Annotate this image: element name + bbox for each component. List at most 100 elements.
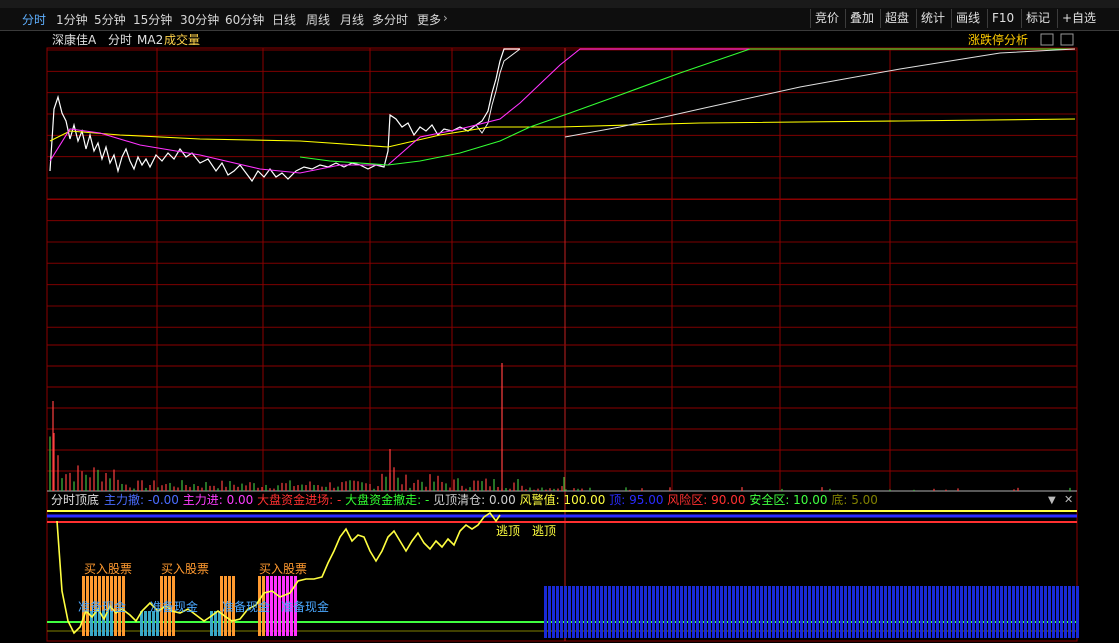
risk-column xyxy=(992,586,995,638)
dropdown-icon[interactable]: ▼ xyxy=(1048,495,1056,506)
tab-15min[interactable]: 15分钟 xyxy=(133,11,172,28)
risk-column xyxy=(1016,586,1019,638)
risk-column xyxy=(800,586,803,638)
cash-column xyxy=(144,611,147,636)
tab-60min[interactable]: 60分钟 xyxy=(225,11,264,28)
risk-column xyxy=(644,586,647,638)
cash-signal-4: 准备现金 xyxy=(281,599,329,614)
draw-button[interactable]: 画线 xyxy=(951,9,984,28)
volume-bars xyxy=(49,363,1071,491)
intraday-chart[interactable]: 深康佳A 分时 MA2 成交量 涨跌停分析 分时顶底 主力撤: -0.00 主力… xyxy=(0,31,1119,643)
risk-column xyxy=(756,586,759,638)
risk-column xyxy=(1008,586,1011,638)
risk-column xyxy=(944,586,947,638)
risk-column xyxy=(1028,586,1031,638)
risk-column xyxy=(608,586,611,638)
risk-column xyxy=(840,586,843,638)
overlay-button[interactable]: 叠加 xyxy=(845,9,878,28)
ma-green-line xyxy=(299,48,1075,166)
risk-column xyxy=(692,586,695,638)
risk-column xyxy=(736,586,739,638)
risk-column xyxy=(976,586,979,638)
risk-column xyxy=(1004,586,1007,638)
risk-column xyxy=(804,586,807,638)
risk-column xyxy=(1076,586,1079,638)
indicator-item: 主力撤: -0.00 xyxy=(104,492,183,507)
maximize-icon[interactable] xyxy=(1060,33,1074,46)
toolbar: 分时 1分钟 5分钟 15分钟 30分钟 60分钟 日线 周线 月线 多分时 更… xyxy=(0,8,1119,31)
risk-column xyxy=(616,586,619,638)
buy-column xyxy=(274,576,277,636)
risk-column xyxy=(612,586,615,638)
risk-column xyxy=(864,586,867,638)
risk-column xyxy=(916,586,919,638)
risk-column xyxy=(996,586,999,638)
risk-column xyxy=(764,586,767,638)
risk-column xyxy=(768,586,771,638)
limit-analysis-button[interactable]: 涨跌停分析 xyxy=(968,32,1028,47)
risk-column xyxy=(1000,586,1003,638)
risk-column xyxy=(920,586,923,638)
f10-button[interactable]: F10 xyxy=(987,9,1018,28)
tab-5min[interactable]: 5分钟 xyxy=(94,11,126,28)
indicator-item: 风警值: 100.00 xyxy=(520,492,610,507)
tab-daily[interactable]: 日线 xyxy=(272,11,296,28)
price-lines xyxy=(49,48,1076,183)
risk-column xyxy=(568,586,571,638)
indicator-name: 分时顶底 xyxy=(51,492,99,507)
title-strip xyxy=(0,0,1119,8)
risk-column xyxy=(732,586,735,638)
risk-column xyxy=(780,586,783,638)
tab-monthly[interactable]: 月线 xyxy=(340,11,364,28)
tab-weekly[interactable]: 周线 xyxy=(306,11,330,28)
settings-icon[interactable] xyxy=(1040,33,1054,46)
risk-column xyxy=(1052,586,1055,638)
risk-column xyxy=(776,586,779,638)
super-button[interactable]: 超盘 xyxy=(880,9,913,28)
tab-1min[interactable]: 1分钟 xyxy=(56,11,88,28)
mode-label: 分时 xyxy=(108,33,132,47)
risk-column xyxy=(952,586,955,638)
close-icon[interactable]: ✕ xyxy=(1064,493,1073,506)
indicator-item: 大盘资金撤走: - xyxy=(345,492,433,507)
risk-column xyxy=(812,586,815,638)
risk-column xyxy=(588,586,591,638)
risk-column xyxy=(1012,586,1015,638)
auction-button[interactable]: 竞价 xyxy=(810,9,843,28)
risk-column xyxy=(924,586,927,638)
tab-30min[interactable]: 30分钟 xyxy=(180,11,219,28)
risk-column xyxy=(672,586,675,638)
risk-column xyxy=(1040,586,1043,638)
risk-column xyxy=(784,586,787,638)
add-watchlist-button[interactable]: +自选 xyxy=(1057,9,1100,28)
cash-signal-2: 准备现金 xyxy=(150,599,198,614)
risk-column xyxy=(640,586,643,638)
tab-more[interactable]: 更多 xyxy=(417,11,441,28)
risk-column xyxy=(852,586,855,638)
indicator-item: 安全区: 10.00 xyxy=(749,492,831,507)
risk-column xyxy=(584,586,587,638)
risk-column xyxy=(1044,586,1047,638)
mark-button[interactable]: 标记 xyxy=(1021,9,1054,28)
tab-fenshi[interactable]: 分时 xyxy=(22,11,46,28)
risk-column xyxy=(960,586,963,638)
risk-column xyxy=(900,586,903,638)
risk-column xyxy=(972,586,975,638)
risk-column xyxy=(660,586,663,638)
indicator-item: 风险区: 90.00 xyxy=(667,492,749,507)
risk-column xyxy=(796,586,799,638)
risk-column xyxy=(572,586,575,638)
stats-button[interactable]: 统计 xyxy=(916,9,949,28)
chart-grid xyxy=(46,47,1078,642)
ma-label: MA2 xyxy=(137,33,163,47)
risk-column xyxy=(652,586,655,638)
average-price-line xyxy=(49,118,1076,148)
risk-column xyxy=(788,586,791,638)
tab-multi-fenshi[interactable]: 多分时 xyxy=(372,11,408,28)
buy-signal-1: 买入股票 xyxy=(84,562,132,576)
cash-column xyxy=(102,611,105,636)
price-line xyxy=(49,48,520,183)
risk-column xyxy=(556,586,559,638)
chevron-right-icon[interactable]: › xyxy=(443,11,448,25)
cash-column xyxy=(156,611,159,636)
